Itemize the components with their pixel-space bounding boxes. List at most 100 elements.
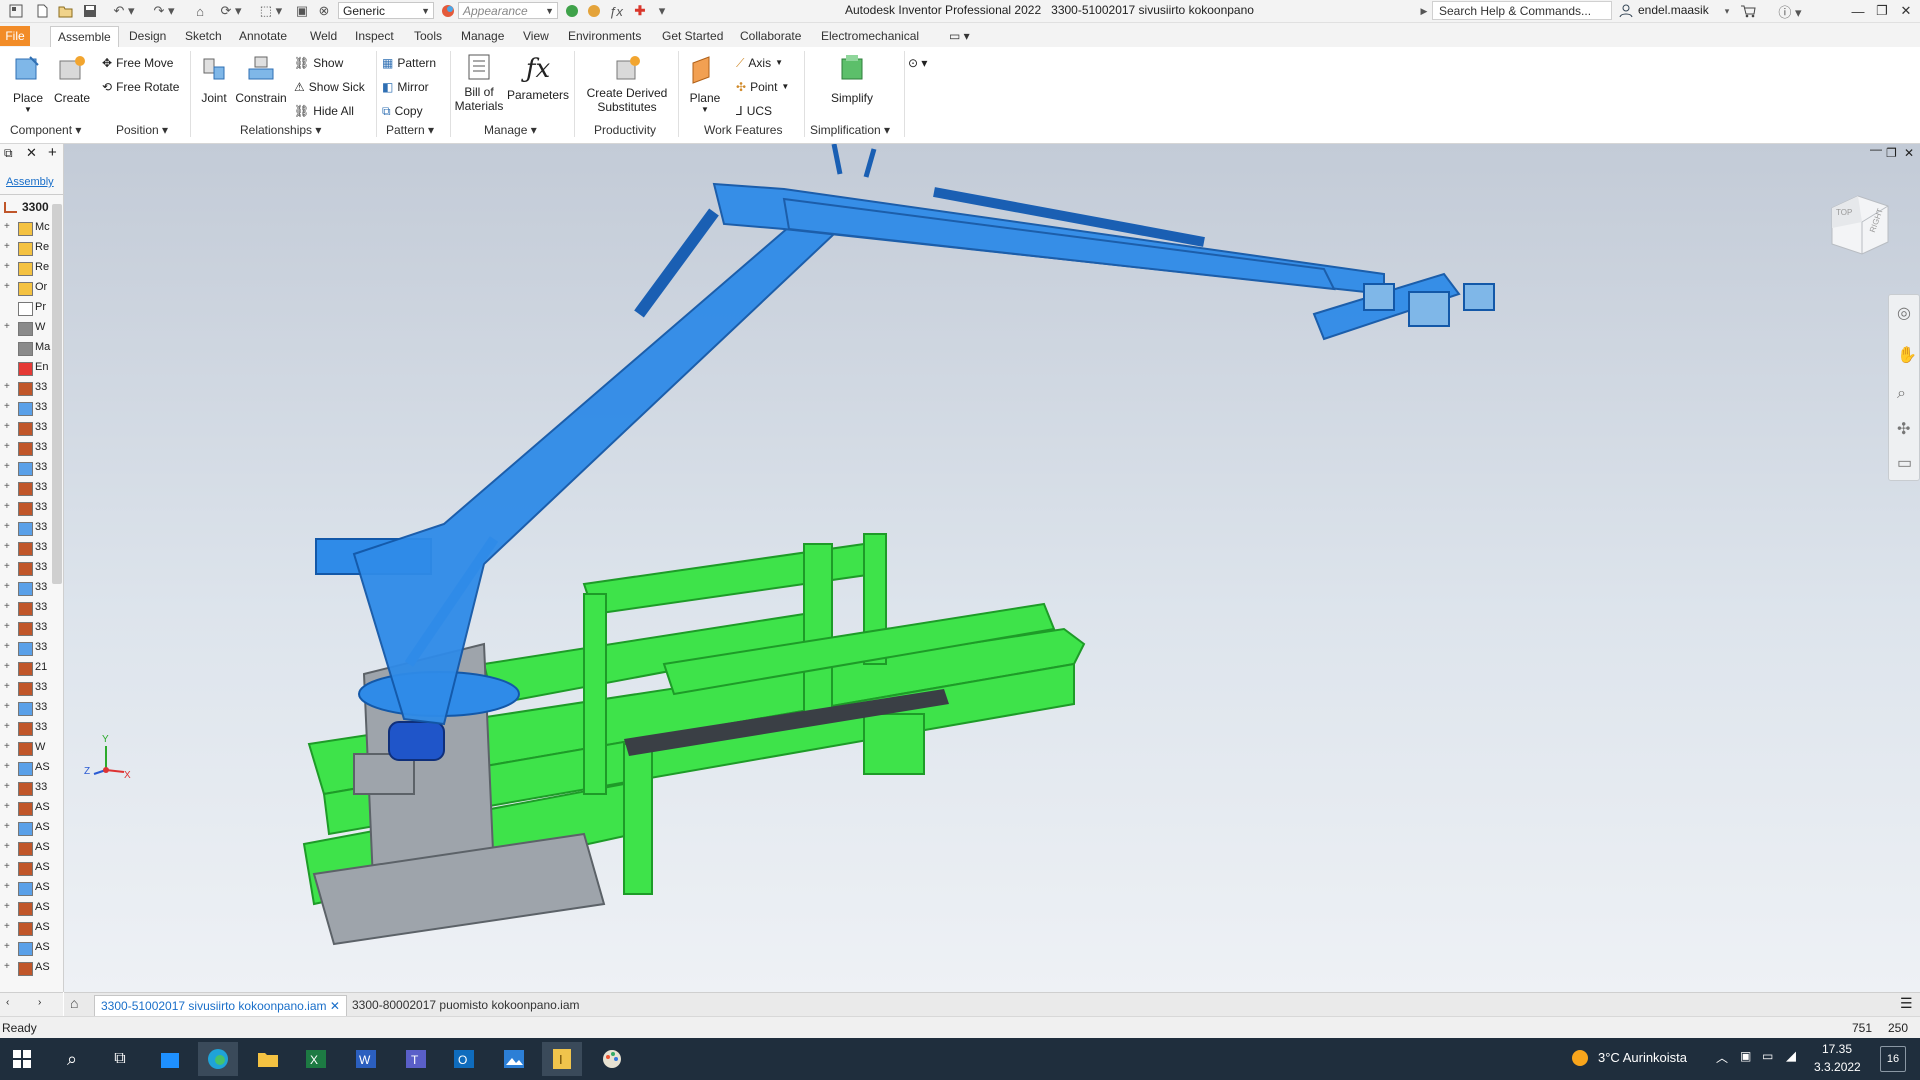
viewport-close-icon[interactable]: ✕: [1904, 146, 1914, 160]
panel-component[interactable]: Component ▾: [10, 123, 81, 137]
volume-icon[interactable]: ◢: [1786, 1048, 1796, 1064]
tab-inspect[interactable]: Inspect: [348, 26, 401, 46]
doc-tab-active[interactable]: 3300-51002017 sivusiirto kokoonpano.iam …: [94, 995, 347, 1016]
tab-electromechanical[interactable]: Electromechanical: [814, 26, 926, 46]
expand-icon[interactable]: +: [4, 641, 10, 652]
tab-file[interactable]: File: [0, 26, 30, 46]
expand-icon[interactable]: +: [4, 661, 10, 672]
copy-button[interactable]: ⧉ Copy: [382, 101, 423, 121]
browser-tree-item[interactable]: +33: [0, 520, 52, 536]
fx-icon[interactable]: ƒx: [606, 2, 626, 20]
browser-hscroll[interactable]: ‹ ›: [0, 992, 63, 1016]
expand-icon[interactable]: +: [4, 721, 10, 732]
expand-icon[interactable]: +: [4, 941, 10, 952]
expand-icon[interactable]: +: [4, 621, 10, 632]
expand-icon[interactable]: +: [4, 261, 10, 272]
pattern-button[interactable]: ▦ Pattern: [382, 53, 436, 73]
expand-icon[interactable]: +: [4, 441, 10, 452]
close-window-icon[interactable]: ✕: [1892, 0, 1920, 22]
tab-view[interactable]: View: [516, 26, 556, 46]
expand-icon[interactable]: +: [4, 421, 10, 432]
clear-override-icon[interactable]: [584, 2, 604, 20]
panel-relationships[interactable]: Relationships ▾: [240, 123, 321, 137]
free-rotate-button[interactable]: ⟲ Free Rotate: [102, 77, 179, 97]
browser-tree-item[interactable]: + Re: [0, 240, 52, 256]
browser-tree-item[interactable]: + AS: [0, 840, 52, 856]
browser-add-icon[interactable]: +: [48, 144, 57, 161]
browser-tree-item[interactable]: + AS: [0, 940, 52, 956]
clear-appearance-icon[interactable]: ⊗: [314, 2, 334, 20]
clock-time[interactable]: 17.35: [1822, 1042, 1852, 1056]
teams-icon[interactable]: T: [396, 1042, 436, 1076]
expand-icon[interactable]: +: [4, 521, 10, 532]
panel-position[interactable]: Position ▾: [116, 123, 168, 137]
redo-icon[interactable]: ↷ ▾: [146, 2, 182, 20]
app-menu-icon[interactable]: [6, 2, 26, 20]
create-button[interactable]: Create: [52, 53, 92, 105]
free-move-button[interactable]: ✥ Free Move: [102, 53, 173, 73]
ribbon-display-toggle-icon[interactable]: ▭ ▾: [942, 26, 977, 46]
expand-icon[interactable]: +: [4, 541, 10, 552]
browser-tree-item[interactable]: + AS: [0, 860, 52, 876]
browser-tab-assembly[interactable]: Assembly: [6, 176, 54, 188]
expand-icon[interactable]: +: [4, 461, 10, 472]
place-button[interactable]: Place ▼: [8, 53, 48, 114]
browser-tree-item[interactable]: + AS: [0, 900, 52, 916]
expand-icon[interactable]: +: [4, 801, 10, 812]
expand-icon[interactable]: +: [4, 901, 10, 912]
expand-icon[interactable]: +: [4, 781, 10, 792]
tab-weld[interactable]: Weld: [303, 26, 344, 46]
browser-tree-item[interactable]: + AS: [0, 960, 52, 976]
browser-tree-item[interactable]: +33: [0, 500, 52, 516]
browser-tree-item[interactable]: En: [0, 360, 52, 376]
expand-icon[interactable]: +: [4, 401, 10, 412]
point-button[interactable]: ✣ Point ▼: [736, 77, 789, 97]
expand-icon[interactable]: +: [4, 321, 10, 332]
browser-tree-item[interactable]: +33: [0, 440, 52, 456]
browser-tree-item[interactable]: + Or: [0, 280, 52, 296]
doc-tab[interactable]: 3300-80002017 puomisto kokoonpano.iam: [346, 995, 586, 1015]
expand-icon[interactable]: +: [4, 821, 10, 832]
outlook-icon[interactable]: O: [444, 1042, 484, 1076]
hide-all-button[interactable]: ⛓ Hide All: [294, 101, 354, 121]
material-dropdown[interactable]: Generic ▼: [338, 2, 434, 19]
tab-environments[interactable]: Environments: [561, 26, 648, 46]
add-icon[interactable]: ✚: [630, 2, 650, 20]
photos-icon[interactable]: [494, 1042, 534, 1076]
browser-tree-item[interactable]: +33: [0, 600, 52, 616]
paint-icon[interactable]: [592, 1042, 632, 1076]
mirror-button[interactable]: ◧ Mirror: [382, 77, 429, 97]
expand-icon[interactable]: +: [4, 761, 10, 772]
orbit-icon[interactable]: ✣: [1897, 419, 1910, 439]
browser-panel-icon[interactable]: ⧉: [4, 146, 13, 161]
browser-tree-item[interactable]: +33: [0, 420, 52, 436]
expand-icon[interactable]: +: [4, 381, 10, 392]
expand-icon[interactable]: +: [4, 701, 10, 712]
viewcube[interactable]: TOP RIGHT: [1824, 186, 1894, 256]
tab-collaborate[interactable]: Collaborate: [733, 26, 808, 46]
joint-button[interactable]: Joint: [196, 53, 232, 105]
tab-get-started[interactable]: Get Started: [655, 26, 730, 46]
update-icon[interactable]: ⟳ ▾: [216, 2, 246, 20]
ucs-button[interactable]: ⅃ UCS: [736, 101, 772, 121]
expand-icon[interactable]: +: [4, 601, 10, 612]
search-input[interactable]: Search Help & Commands...: [1432, 1, 1612, 20]
cart-icon[interactable]: [1738, 2, 1758, 20]
expand-search-icon[interactable]: ▶: [1418, 2, 1430, 20]
user-dropdown-icon[interactable]: ▾: [1720, 2, 1734, 20]
show-button[interactable]: ⛓ Show: [294, 53, 343, 73]
parameters-button[interactable]: ƒx Parameters: [506, 53, 570, 102]
browser-root[interactable]: 3300: [22, 200, 49, 214]
viewport-minimize-icon[interactable]: —: [1870, 144, 1882, 156]
browser-tree-item[interactable]: +33: [0, 620, 52, 636]
battery-icon[interactable]: ▭: [1762, 1049, 1773, 1063]
expand-icon[interactable]: +: [4, 881, 10, 892]
browser-tree-item[interactable]: +33: [0, 480, 52, 496]
panel-pattern[interactable]: Pattern ▾: [386, 123, 434, 137]
tab-design[interactable]: Design: [122, 26, 173, 46]
create-derived-substitutes-button[interactable]: Create Derived Substitutes: [582, 53, 672, 114]
browser-tree-item[interactable]: +33: [0, 460, 52, 476]
assembly-model[interactable]: [64, 144, 1920, 992]
new-file-icon[interactable]: [32, 2, 52, 20]
weather-icon[interactable]: [1570, 1048, 1590, 1071]
